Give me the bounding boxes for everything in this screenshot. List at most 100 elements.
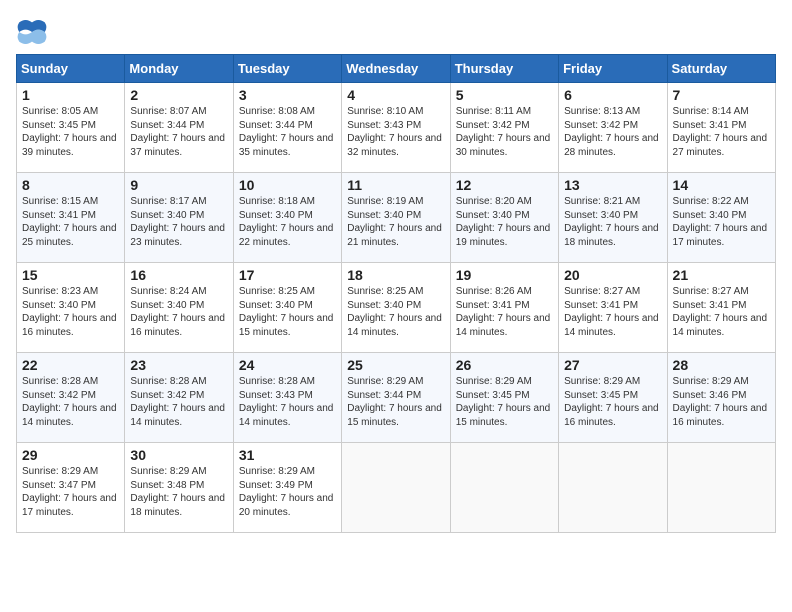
day-number: 1 bbox=[22, 87, 119, 103]
day-number: 29 bbox=[22, 447, 119, 463]
calendar-cell: 8 Sunrise: 8:15 AMSunset: 3:41 PMDaylight… bbox=[17, 173, 125, 263]
calendar-cell: 5 Sunrise: 8:11 AMSunset: 3:42 PMDaylight… bbox=[450, 83, 558, 173]
calendar-cell: 22 Sunrise: 8:28 AMSunset: 3:42 PMDayligh… bbox=[17, 353, 125, 443]
day-number: 27 bbox=[564, 357, 661, 373]
day-number: 8 bbox=[22, 177, 119, 193]
calendar-cell: 1 Sunrise: 8:05 AMSunset: 3:45 PMDaylight… bbox=[17, 83, 125, 173]
day-number: 7 bbox=[673, 87, 770, 103]
day-info: Sunrise: 8:14 AMSunset: 3:41 PMDaylight:… bbox=[673, 105, 770, 159]
page-header bbox=[16, 16, 776, 48]
calendar-week-2: 8 Sunrise: 8:15 AMSunset: 3:41 PMDaylight… bbox=[17, 173, 776, 263]
day-info: Sunrise: 8:10 AMSunset: 3:43 PMDaylight:… bbox=[347, 105, 444, 159]
day-number: 9 bbox=[130, 177, 227, 193]
day-info: Sunrise: 8:24 AMSunset: 3:40 PMDaylight:… bbox=[130, 285, 227, 339]
calendar-week-1: 1 Sunrise: 8:05 AMSunset: 3:45 PMDaylight… bbox=[17, 83, 776, 173]
day-number: 21 bbox=[673, 267, 770, 283]
day-number: 19 bbox=[456, 267, 553, 283]
calendar-cell bbox=[667, 443, 775, 533]
calendar-cell: 14 Sunrise: 8:22 AMSunset: 3:40 PMDayligh… bbox=[667, 173, 775, 263]
day-info: Sunrise: 8:28 AMSunset: 3:42 PMDaylight:… bbox=[130, 375, 227, 429]
day-number: 23 bbox=[130, 357, 227, 373]
day-info: Sunrise: 8:28 AMSunset: 3:43 PMDaylight:… bbox=[239, 375, 336, 429]
day-info: Sunrise: 8:29 AMSunset: 3:45 PMDaylight:… bbox=[564, 375, 661, 429]
day-info: Sunrise: 8:05 AMSunset: 3:45 PMDaylight:… bbox=[22, 105, 119, 159]
calendar-cell: 4 Sunrise: 8:10 AMSunset: 3:43 PMDaylight… bbox=[342, 83, 450, 173]
day-number: 12 bbox=[456, 177, 553, 193]
day-info: Sunrise: 8:22 AMSunset: 3:40 PMDaylight:… bbox=[673, 195, 770, 249]
day-number: 15 bbox=[22, 267, 119, 283]
weekday-header-thursday: Thursday bbox=[450, 55, 558, 83]
calendar-cell: 30 Sunrise: 8:29 AMSunset: 3:48 PMDayligh… bbox=[125, 443, 233, 533]
calendar-cell: 11 Sunrise: 8:19 AMSunset: 3:40 PMDayligh… bbox=[342, 173, 450, 263]
calendar-cell: 10 Sunrise: 8:18 AMSunset: 3:40 PMDayligh… bbox=[233, 173, 341, 263]
day-number: 11 bbox=[347, 177, 444, 193]
calendar-cell: 2 Sunrise: 8:07 AMSunset: 3:44 PMDaylight… bbox=[125, 83, 233, 173]
calendar-cell: 16Sunrise: 8:24 AMSunset: 3:40 PMDayligh… bbox=[125, 263, 233, 353]
calendar-cell: 9 Sunrise: 8:17 AMSunset: 3:40 PMDaylight… bbox=[125, 173, 233, 263]
calendar: SundayMondayTuesdayWednesdayThursdayFrid… bbox=[16, 54, 776, 533]
day-number: 13 bbox=[564, 177, 661, 193]
day-number: 28 bbox=[673, 357, 770, 373]
calendar-cell: 19 Sunrise: 8:26 AMSunset: 3:41 PMDayligh… bbox=[450, 263, 558, 353]
calendar-week-3: 15Sunrise: 8:23 AMSunset: 3:40 PMDayligh… bbox=[17, 263, 776, 353]
day-info: Sunrise: 8:29 AMSunset: 3:48 PMDaylight:… bbox=[130, 465, 227, 519]
day-info: Sunrise: 8:20 AMSunset: 3:40 PMDaylight:… bbox=[456, 195, 553, 249]
calendar-header-row: SundayMondayTuesdayWednesdayThursdayFrid… bbox=[17, 55, 776, 83]
day-number: 6 bbox=[564, 87, 661, 103]
day-info: Sunrise: 8:26 AMSunset: 3:41 PMDaylight:… bbox=[456, 285, 553, 339]
day-number: 3 bbox=[239, 87, 336, 103]
day-number: 25 bbox=[347, 357, 444, 373]
day-number: 14 bbox=[673, 177, 770, 193]
calendar-cell: 7 Sunrise: 8:14 AMSunset: 3:41 PMDaylight… bbox=[667, 83, 775, 173]
weekday-header-friday: Friday bbox=[559, 55, 667, 83]
calendar-cell: 27 Sunrise: 8:29 AMSunset: 3:45 PMDayligh… bbox=[559, 353, 667, 443]
calendar-cell: 3Sunrise: 8:08 AMSunset: 3:44 PMDaylight… bbox=[233, 83, 341, 173]
day-info: Sunrise: 8:29 AMSunset: 3:46 PMDaylight:… bbox=[673, 375, 770, 429]
day-info: Sunrise: 8:18 AMSunset: 3:40 PMDaylight:… bbox=[239, 195, 336, 249]
calendar-cell: 31Sunrise: 8:29 AMSunset: 3:49 PMDayligh… bbox=[233, 443, 341, 533]
calendar-cell: 24Sunrise: 8:28 AMSunset: 3:43 PMDayligh… bbox=[233, 353, 341, 443]
calendar-cell: 12 Sunrise: 8:20 AMSunset: 3:40 PMDayligh… bbox=[450, 173, 558, 263]
day-info: Sunrise: 8:29 AMSunset: 3:47 PMDaylight:… bbox=[22, 465, 119, 519]
day-info: Sunrise: 8:25 AMSunset: 3:40 PMDaylight:… bbox=[347, 285, 444, 339]
day-info: Sunrise: 8:13 AMSunset: 3:42 PMDaylight:… bbox=[564, 105, 661, 159]
day-info: Sunrise: 8:28 AMSunset: 3:42 PMDaylight:… bbox=[22, 375, 119, 429]
calendar-cell: 29 Sunrise: 8:29 AMSunset: 3:47 PMDayligh… bbox=[17, 443, 125, 533]
day-number: 31 bbox=[239, 447, 336, 463]
day-info: Sunrise: 8:11 AMSunset: 3:42 PMDaylight:… bbox=[456, 105, 553, 159]
day-number: 30 bbox=[130, 447, 227, 463]
day-info: Sunrise: 8:21 AMSunset: 3:40 PMDaylight:… bbox=[564, 195, 661, 249]
day-info: Sunrise: 8:07 AMSunset: 3:44 PMDaylight:… bbox=[130, 105, 227, 159]
calendar-cell: 21 Sunrise: 8:27 AMSunset: 3:41 PMDayligh… bbox=[667, 263, 775, 353]
calendar-week-5: 29 Sunrise: 8:29 AMSunset: 3:47 PMDayligh… bbox=[17, 443, 776, 533]
day-number: 5 bbox=[456, 87, 553, 103]
day-info: Sunrise: 8:27 AMSunset: 3:41 PMDaylight:… bbox=[564, 285, 661, 339]
day-number: 18 bbox=[347, 267, 444, 283]
logo bbox=[16, 16, 52, 48]
day-info: Sunrise: 8:19 AMSunset: 3:40 PMDaylight:… bbox=[347, 195, 444, 249]
calendar-cell: 13 Sunrise: 8:21 AMSunset: 3:40 PMDayligh… bbox=[559, 173, 667, 263]
calendar-cell: 25Sunrise: 8:29 AMSunset: 3:44 PMDayligh… bbox=[342, 353, 450, 443]
calendar-cell: 23 Sunrise: 8:28 AMSunset: 3:42 PMDayligh… bbox=[125, 353, 233, 443]
day-info: Sunrise: 8:17 AMSunset: 3:40 PMDaylight:… bbox=[130, 195, 227, 249]
day-number: 10 bbox=[239, 177, 336, 193]
day-info: Sunrise: 8:27 AMSunset: 3:41 PMDaylight:… bbox=[673, 285, 770, 339]
day-number: 26 bbox=[456, 357, 553, 373]
day-number: 4 bbox=[347, 87, 444, 103]
calendar-week-4: 22 Sunrise: 8:28 AMSunset: 3:42 PMDayligh… bbox=[17, 353, 776, 443]
calendar-cell bbox=[559, 443, 667, 533]
calendar-cell: 6 Sunrise: 8:13 AMSunset: 3:42 PMDaylight… bbox=[559, 83, 667, 173]
day-info: Sunrise: 8:15 AMSunset: 3:41 PMDaylight:… bbox=[22, 195, 119, 249]
calendar-cell: 20 Sunrise: 8:27 AMSunset: 3:41 PMDayligh… bbox=[559, 263, 667, 353]
weekday-header-wednesday: Wednesday bbox=[342, 55, 450, 83]
calendar-cell: 15Sunrise: 8:23 AMSunset: 3:40 PMDayligh… bbox=[17, 263, 125, 353]
day-number: 22 bbox=[22, 357, 119, 373]
day-info: Sunrise: 8:25 AMSunset: 3:40 PMDaylight:… bbox=[239, 285, 336, 339]
logo-icon bbox=[16, 16, 48, 48]
day-number: 20 bbox=[564, 267, 661, 283]
weekday-header-saturday: Saturday bbox=[667, 55, 775, 83]
weekday-header-tuesday: Tuesday bbox=[233, 55, 341, 83]
calendar-cell: 28 Sunrise: 8:29 AMSunset: 3:46 PMDayligh… bbox=[667, 353, 775, 443]
calendar-cell: 17Sunrise: 8:25 AMSunset: 3:40 PMDayligh… bbox=[233, 263, 341, 353]
day-number: 2 bbox=[130, 87, 227, 103]
